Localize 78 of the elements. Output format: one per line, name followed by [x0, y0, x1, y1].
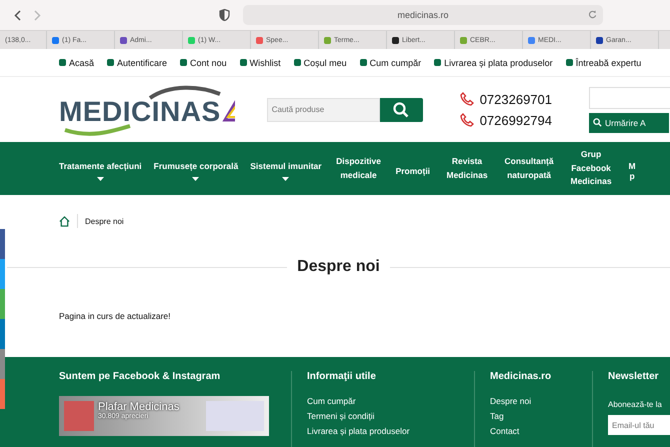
- footer-link[interactable]: Livrarea și plata produselor: [307, 426, 464, 436]
- logo[interactable]: MEDICINAS: [59, 84, 235, 136]
- photo-placeholder: [206, 401, 264, 431]
- footer-heading: Suntem pe Facebook & Instagram: [59, 371, 222, 382]
- search-icon: [393, 102, 410, 118]
- caret-icon: [282, 176, 290, 180]
- tracking-field[interactable]: [589, 86, 670, 108]
- menu-item[interactable]: Sistemul imunitar: [250, 156, 322, 180]
- share-button[interactable]: [0, 259, 5, 289]
- top-link[interactable]: Coșul meu: [294, 58, 347, 68]
- favicon-icon: [324, 36, 331, 44]
- url-text: medicinas.ro: [397, 10, 449, 20]
- favicon-icon: [52, 36, 59, 44]
- link-icon: [360, 59, 367, 66]
- share-button[interactable]: [0, 229, 5, 259]
- top-link[interactable]: Întreabă expertu: [566, 58, 642, 68]
- search-field[interactable]: Caută produse: [266, 98, 380, 122]
- forward-icon[interactable]: [34, 10, 41, 20]
- address-bar[interactable]: medicinas.ro: [243, 5, 603, 25]
- share-button[interactable]: [0, 319, 5, 349]
- menu-item[interactable]: Tratamente afecțiuni: [59, 156, 142, 180]
- back-icon[interactable]: [14, 10, 21, 20]
- photo-placeholder: [64, 401, 94, 431]
- tracking-button[interactable]: Urmărire A: [589, 112, 669, 132]
- share-button[interactable]: [0, 289, 5, 319]
- phone-number[interactable]: 0726992794: [480, 112, 552, 128]
- link-icon: [107, 59, 114, 66]
- favicon-icon: [392, 36, 399, 44]
- footer-heading: Medicinas.ro: [490, 371, 552, 382]
- menu-item[interactable]: Dispozitive medicale: [334, 154, 384, 182]
- search-icon: [593, 118, 602, 127]
- newsletter-text: Abonează-te la: [608, 400, 663, 409]
- top-link[interactable]: Cum cumpăr: [360, 58, 422, 68]
- top-link[interactable]: Acasă: [59, 58, 94, 68]
- top-link[interactable]: Cont nou: [180, 58, 227, 68]
- link-icon: [240, 59, 247, 66]
- menu-item[interactable]: Consultanță naturopată: [504, 154, 554, 182]
- page-title: Despre noi: [297, 258, 380, 276]
- menu-item[interactable]: Grup Facebook Medicinas: [566, 148, 616, 189]
- menu-item[interactable]: Revista Medicinas: [442, 154, 492, 182]
- reload-icon[interactable]: [588, 10, 597, 19]
- favicon-icon: [460, 36, 467, 44]
- footer-link[interactable]: Termeni și condiții: [307, 411, 464, 421]
- footer-heading: Informaţii utile: [307, 371, 377, 382]
- menu-item[interactable]: M p: [628, 156, 636, 180]
- email-field[interactable]: Email-ul tău: [608, 415, 670, 435]
- breadcrumb-current: Despre noi: [85, 216, 124, 226]
- favicon-icon: [188, 36, 195, 44]
- footer-link[interactable]: Contact: [490, 426, 582, 436]
- search-button[interactable]: [380, 98, 423, 122]
- favicon-icon: [596, 36, 603, 44]
- footer-link[interactable]: Tag: [490, 411, 582, 421]
- footer-heading: Newsletter: [608, 371, 660, 382]
- link-icon: [59, 59, 66, 66]
- caret-icon: [96, 176, 104, 180]
- phone-number[interactable]: 0723269701: [480, 92, 552, 106]
- footer-link[interactable]: Despre noi: [490, 396, 582, 406]
- link-icon: [294, 59, 301, 66]
- favicon-icon: [120, 36, 127, 44]
- share-button[interactable]: [0, 379, 5, 409]
- menu-item[interactable]: Frumusețe corporală: [154, 156, 238, 180]
- page-text: Pagina in curs de actualizare!: [59, 311, 172, 321]
- menu-item[interactable]: Promoții: [396, 162, 430, 176]
- top-link[interactable]: Autentificare: [107, 58, 168, 68]
- link-icon: [180, 59, 188, 66]
- link-icon: [434, 59, 442, 66]
- caret-icon: [192, 176, 200, 180]
- phone-icon: [460, 113, 474, 127]
- favicon-icon: [528, 36, 535, 44]
- phone-icon: [460, 92, 474, 106]
- top-link[interactable]: Wishlist: [240, 58, 281, 68]
- home-icon[interactable]: [59, 216, 70, 226]
- footer-link[interactable]: Cum cumpăr: [307, 396, 464, 406]
- share-button[interactable]: [0, 349, 5, 379]
- shield-icon[interactable]: [219, 9, 230, 21]
- top-link[interactable]: Livrarea și plata produselor: [434, 58, 553, 68]
- favicon-icon: [256, 36, 263, 44]
- link-icon: [566, 59, 573, 66]
